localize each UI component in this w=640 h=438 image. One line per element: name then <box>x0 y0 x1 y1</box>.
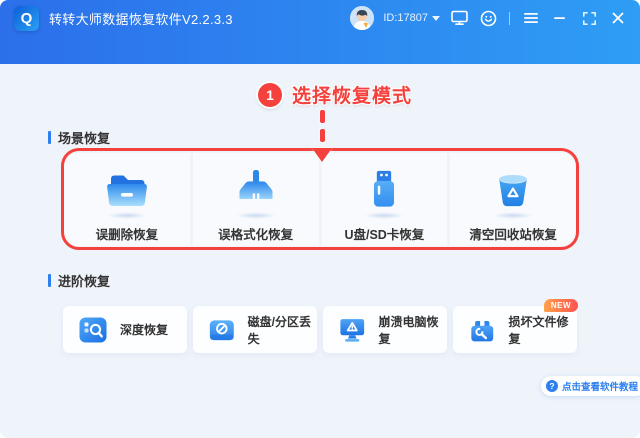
menu-button[interactable] <box>521 8 541 28</box>
card-recycle-bin-recovery[interactable]: 清空回收站恢复 <box>450 153 576 246</box>
user-id-dropdown[interactable]: ID:17807 <box>383 12 440 24</box>
card-label: 清空回收站恢复 <box>469 224 557 243</box>
maximize-button[interactable] <box>579 8 599 28</box>
customer-service-button[interactable] <box>478 8 498 28</box>
new-badge: NEW <box>544 299 578 312</box>
card-label: 深度恢复 <box>120 321 168 338</box>
minimize-icon <box>554 12 566 24</box>
app-window: Q 转转大师数据恢复软件V2.2.3.3 ID:17807 <box>0 0 640 438</box>
scene-section-header: 场景恢复 <box>48 128 110 147</box>
card-label: 损坏文件修复 <box>509 313 577 347</box>
card-deep-recovery[interactable]: 深度恢复 <box>63 306 187 353</box>
close-icon <box>612 12 624 24</box>
card-damaged-file-repair[interactable]: 损坏文件修复 NEW <box>453 306 577 353</box>
file-repair-icon <box>468 315 497 345</box>
brush-icon <box>234 168 278 210</box>
card-label: 误删除恢复 <box>96 224 159 243</box>
folder-icon <box>104 170 150 210</box>
icon-shadow <box>107 212 147 219</box>
step-number-badge: 1 <box>258 83 282 107</box>
advanced-section-title: 进阶恢复 <box>58 271 110 290</box>
scene-section-title: 场景恢复 <box>58 128 110 147</box>
icon-shadow <box>364 212 404 219</box>
card-label: 磁盘/分区丢失 <box>248 313 317 347</box>
user-id-label: ID:17807 <box>383 12 428 24</box>
app-logo-icon: Q <box>14 6 39 31</box>
crashed-computer-icon <box>338 316 367 344</box>
card-label: 崩溃电脑恢复 <box>379 313 447 347</box>
card-label: U盘/SD卡恢复 <box>344 224 424 243</box>
section-accent-bar <box>48 131 51 144</box>
title-bar: Q 转转大师数据恢复软件V2.2.3.3 ID:17807 <box>0 0 640 64</box>
deep-scan-icon <box>78 315 108 345</box>
titlebar-divider <box>509 12 510 25</box>
section-accent-bar <box>48 274 51 287</box>
icon-shadow <box>236 212 276 219</box>
disk-icon <box>208 315 236 345</box>
advanced-section-header: 进阶恢复 <box>48 271 110 290</box>
help-icon: ? <box>546 380 558 392</box>
user-avatar[interactable] <box>350 6 374 30</box>
annotation-arrow-down-icon <box>312 110 332 162</box>
card-crashed-computer-recovery[interactable]: 崩溃电脑恢复 <box>323 306 447 353</box>
card-disk-partition-loss[interactable]: 磁盘/分区丢失 <box>193 306 317 353</box>
icon-shadow <box>493 212 533 219</box>
card-deleted-file-recovery[interactable]: 误删除恢复 <box>64 153 190 246</box>
customer-service-icon <box>480 10 497 27</box>
recycle-bin-icon <box>491 168 535 210</box>
card-usb-sd-recovery[interactable]: U盘/SD卡恢复 <box>322 153 448 246</box>
chevron-down-icon <box>432 16 440 21</box>
usb-drive-icon <box>364 168 404 210</box>
close-button[interactable] <box>608 8 628 28</box>
step-annotation-text: 选择恢复模式 <box>292 81 412 108</box>
device-monitor-button[interactable] <box>449 8 469 28</box>
tutorial-link-label: 点击查看软件教程 <box>562 379 638 393</box>
tutorial-link-button[interactable]: ? 点击查看软件教程 <box>541 376 640 396</box>
step-annotation: 1 选择恢复模式 <box>258 81 412 108</box>
maximize-icon <box>583 12 596 25</box>
hamburger-menu-icon <box>524 12 538 24</box>
app-title: 转转大师数据恢复软件V2.2.3.3 <box>49 9 233 28</box>
card-label: 误格式化恢复 <box>218 224 293 243</box>
advanced-cards-row: 深度恢复 磁盘/分区丢失 <box>63 306 577 353</box>
scene-cards-row: 误删除恢复 误格式化恢复 <box>64 153 576 246</box>
minimize-button[interactable] <box>550 8 570 28</box>
card-formatted-recovery[interactable]: 误格式化恢复 <box>193 153 319 246</box>
monitor-icon <box>451 10 468 26</box>
